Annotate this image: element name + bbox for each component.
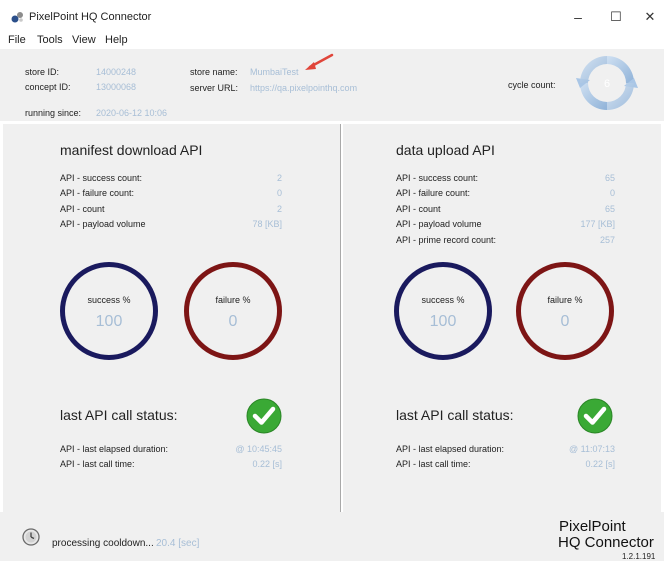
manifest-status-label: API - last elapsed duration: <box>60 444 169 454</box>
running-since-label: running since: <box>25 108 82 118</box>
close-button[interactable]: ✕ <box>640 8 660 26</box>
store-name-value: MumbaiTest <box>250 67 299 77</box>
upload-stat-value: 65 <box>604 173 615 183</box>
success-value: 100 <box>95 313 123 330</box>
manifest-status-title: last API call status: <box>60 407 178 423</box>
menu-file[interactable]: File <box>8 34 26 46</box>
manifest-stat-value: 2 <box>276 173 282 183</box>
menu-bar: File Tools View Help <box>0 31 664 49</box>
manifest-stat-label: API - payload volume <box>60 219 146 229</box>
cycle-count-value: 6 <box>604 78 610 90</box>
menu-tools[interactable]: Tools <box>37 34 63 46</box>
version-label: 1.2.1.191 <box>622 552 656 561</box>
upload-status-label: API - last call time: <box>396 459 471 469</box>
store-id-value: 14000248 <box>96 67 137 77</box>
manifest-stat-value: 0 <box>276 188 282 198</box>
upload-status-title: last API call status: <box>396 407 514 423</box>
upload-stat-label: API - count <box>396 204 441 214</box>
manifest-status-value: @ 10:45:45 <box>235 444 282 454</box>
upload-panel: data upload API API - success count: 65 … <box>343 124 661 512</box>
upload-stat-value: 65 <box>604 204 615 214</box>
menu-help[interactable]: Help <box>105 34 128 46</box>
concept-id-value: 13000068 <box>96 82 137 92</box>
cycle-count-badge: 6 <box>572 48 642 118</box>
success-value: 100 <box>429 313 457 330</box>
manifest-title: manifest download API <box>60 142 203 158</box>
failure-value: 0 <box>560 313 570 330</box>
manifest-stat-label: API - success count: <box>60 173 143 183</box>
server-url-value: https://qa.pixelpointhq.com <box>250 83 358 93</box>
clock-icon <box>22 528 40 546</box>
upload-status-value: @ 11:07:13 <box>568 444 615 454</box>
upload-stat-label: API - prime record count: <box>396 235 497 245</box>
upload-stat-label: API - payload volume <box>396 219 482 229</box>
upload-status-label: API - last elapsed duration: <box>396 444 505 454</box>
cycle-arrows-icon: 6 <box>576 56 638 110</box>
check-icon <box>246 398 282 434</box>
manifest-success-ring: success % 100 <box>60 262 158 360</box>
concept-id-label: concept ID: <box>25 82 71 92</box>
manifest-failure-ring: failure % 0 <box>184 262 282 360</box>
menu-view[interactable]: View <box>72 34 96 46</box>
minimize-button[interactable]: – <box>568 8 588 26</box>
manifest-status-value: 0.22 [s] <box>252 459 282 469</box>
manifest-stat-value: 78 [KB] <box>252 219 282 229</box>
success-label: success % <box>87 295 131 305</box>
brand-line-1: PixelPoint <box>559 518 626 535</box>
manifest-stat-value: 2 <box>276 204 282 214</box>
store-id-label: store ID: <box>25 67 60 77</box>
upload-stat-label: API - failure count: <box>396 188 471 198</box>
upload-title: data upload API <box>396 142 495 158</box>
running-since-value: 2020-06-12 10:06 <box>96 108 168 118</box>
upload-stat-label: API - success count: <box>396 173 479 183</box>
upload-stat-value: 257 <box>599 235 615 245</box>
manifest-stat-label: API - count <box>60 204 105 214</box>
failure-value: 0 <box>228 313 238 330</box>
success-label: success % <box>421 295 465 305</box>
app-icon <box>11 12 23 23</box>
title-bar: PixelPoint HQ Connector – ☐ ✕ <box>0 0 664 32</box>
upload-stat-value: 0 <box>609 188 615 198</box>
failure-label: failure % <box>215 295 251 305</box>
upload-stat-value: 177 [KB] <box>580 219 615 229</box>
processing-label: processing cooldown... <box>52 538 154 549</box>
red-arrow-icon <box>305 53 334 70</box>
status-footer: processing cooldown... 20.4 [sec] PixelP… <box>0 512 664 561</box>
server-url-label: server URL: <box>190 83 239 93</box>
upload-success-ring: success % 100 <box>394 262 492 360</box>
upload-failure-ring: failure % 0 <box>516 262 614 360</box>
manifest-stat-label: API - failure count: <box>60 188 135 198</box>
cycle-count-label: cycle count: <box>508 80 556 90</box>
store-name-label: store name: <box>190 67 238 77</box>
maximize-button[interactable]: ☐ <box>606 8 626 26</box>
manifest-panel: manifest download API API - success coun… <box>3 124 341 512</box>
failure-label: failure % <box>547 295 583 305</box>
window-title: PixelPoint HQ Connector <box>29 11 152 23</box>
processing-value: 20.4 [sec] <box>156 538 200 549</box>
check-icon <box>577 398 613 434</box>
brand-line-2: HQ Connector <box>558 534 654 551</box>
upload-status-value: 0.22 [s] <box>585 459 615 469</box>
manifest-status-label: API - last call time: <box>60 459 135 469</box>
